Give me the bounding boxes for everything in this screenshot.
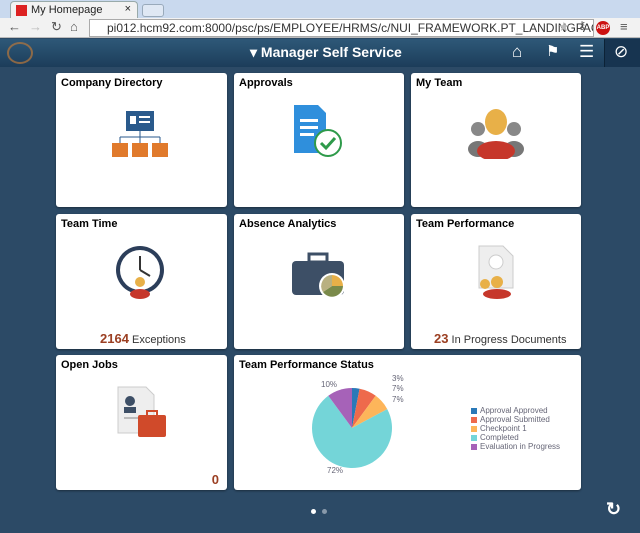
tile-team-time[interactable]: Team Time 2164 Exceptions — [56, 214, 227, 349]
legend-item: Approval Submitted — [471, 415, 560, 424]
new-tab-button[interactable] — [142, 4, 164, 17]
pie-data-label: 3% — [392, 374, 404, 383]
tile-title: My Team — [416, 77, 463, 89]
legend-swatch — [471, 425, 477, 432]
tile-title: Approvals — [239, 77, 293, 89]
legend-label: Completed — [480, 433, 519, 442]
favicon-icon — [16, 5, 27, 16]
browser-toolbar: ← → ↻ ⌂ pi012.hcm92.com:8000/psc/ps/EMPL… — [0, 18, 640, 38]
pie-chart: 3%7%7%72%10% — [312, 374, 404, 475]
flag-icon[interactable]: ⚑ — [546, 42, 559, 60]
browser-tab[interactable]: My Homepage × — [10, 1, 138, 18]
pie-data-label: 72% — [327, 466, 343, 475]
performance-document-icon — [478, 245, 514, 299]
org-chart-icon — [112, 111, 168, 157]
refresh-icon[interactable]: ↻ — [606, 499, 621, 520]
tile-title: Team Time — [61, 218, 118, 230]
approval-document-icon — [294, 105, 342, 157]
adblock-icon[interactable]: ABP — [596, 21, 610, 35]
page-dot-1[interactable] — [311, 509, 316, 514]
company-logo — [7, 42, 33, 64]
legend-item: Checkpoint 1 — [471, 424, 560, 433]
home-icon[interactable]: ⌂ — [512, 42, 522, 62]
exceptions-count: 2164 Exceptions — [100, 331, 186, 346]
legend-swatch — [471, 416, 477, 423]
compass-icon: ⊘ — [614, 42, 629, 61]
job-posting-icon — [117, 386, 166, 437]
pie-data-label: 7% — [392, 384, 404, 393]
tile-company-directory[interactable]: Company Directory — [56, 73, 227, 207]
clock-team-icon — [116, 246, 164, 299]
legend-swatch — [471, 434, 477, 441]
pie-data-label: 7% — [392, 395, 404, 404]
legend-item: Evaluation in Progress — [471, 442, 560, 451]
homepage-selector[interactable]: ▾ Manager Self Service — [250, 44, 402, 61]
team-icon — [468, 109, 524, 159]
header-banner: ▾ Manager Self Service ⌂ ⚑ ☰ ⊘ — [0, 39, 640, 67]
tile-open-jobs[interactable]: Open Jobs 0 — [56, 355, 227, 490]
tab-close-icon[interactable]: × — [125, 3, 131, 15]
legend-item: Approval Approved — [471, 406, 560, 415]
tile-title: Open Jobs — [61, 359, 118, 371]
tile-my-team[interactable]: My Team — [411, 73, 581, 207]
key-icon[interactable]: ⚷ — [578, 19, 586, 32]
legend-swatch — [471, 443, 477, 450]
navbar-button[interactable]: ⊘ — [604, 39, 640, 67]
legend-label: Approval Submitted — [480, 415, 550, 424]
tile-title: Team Performance — [416, 218, 515, 230]
forward-icon[interactable]: → — [29, 19, 42, 34]
address-bar[interactable]: pi012.hcm92.com:8000/psc/ps/EMPLOYEE/HRM… — [89, 19, 594, 37]
legend-label: Checkpoint 1 — [480, 424, 527, 433]
back-icon[interactable]: ← — [8, 19, 21, 34]
menu-icon[interactable]: ≡ — [620, 19, 628, 34]
bookmark-star-icon[interactable]: ★ — [558, 19, 570, 35]
legend-label: Approval Approved — [480, 406, 548, 415]
open-jobs-count: 0 — [211, 472, 219, 487]
legend-label: Evaluation in Progress — [480, 442, 561, 451]
browser-tab-bar: My Homepage × — [0, 0, 640, 18]
home-icon[interactable]: ⌂ — [70, 19, 78, 34]
tile-title: Absence Analytics — [239, 218, 337, 230]
tile-team-performance[interactable]: Team Performance 23 In Progress Document… — [411, 214, 581, 349]
tile-absence-analytics[interactable]: Absence Analytics — [234, 214, 404, 349]
briefcase-chart-icon — [292, 252, 345, 299]
page-dot-2[interactable] — [322, 509, 327, 514]
tab-title: My Homepage — [31, 4, 103, 16]
tile-approvals[interactable]: Approvals — [234, 73, 404, 207]
legend-swatch — [471, 407, 477, 414]
pie-data-label: 10% — [321, 380, 337, 389]
tile-title: Company Directory — [61, 77, 163, 89]
reload-icon[interactable]: ↻ — [51, 19, 62, 35]
chart-legend: Approval Approved Approval Submitted Check… — [471, 406, 560, 451]
actions-menu-icon[interactable]: ☰ — [579, 42, 594, 62]
tile-team-performance-status[interactable]: Team Performance Status 3% 7% 7% 72% 10% App… — [234, 355, 581, 490]
in-progress-count: 23 In Progress Documents — [434, 331, 567, 346]
legend-item: Completed — [471, 433, 560, 442]
